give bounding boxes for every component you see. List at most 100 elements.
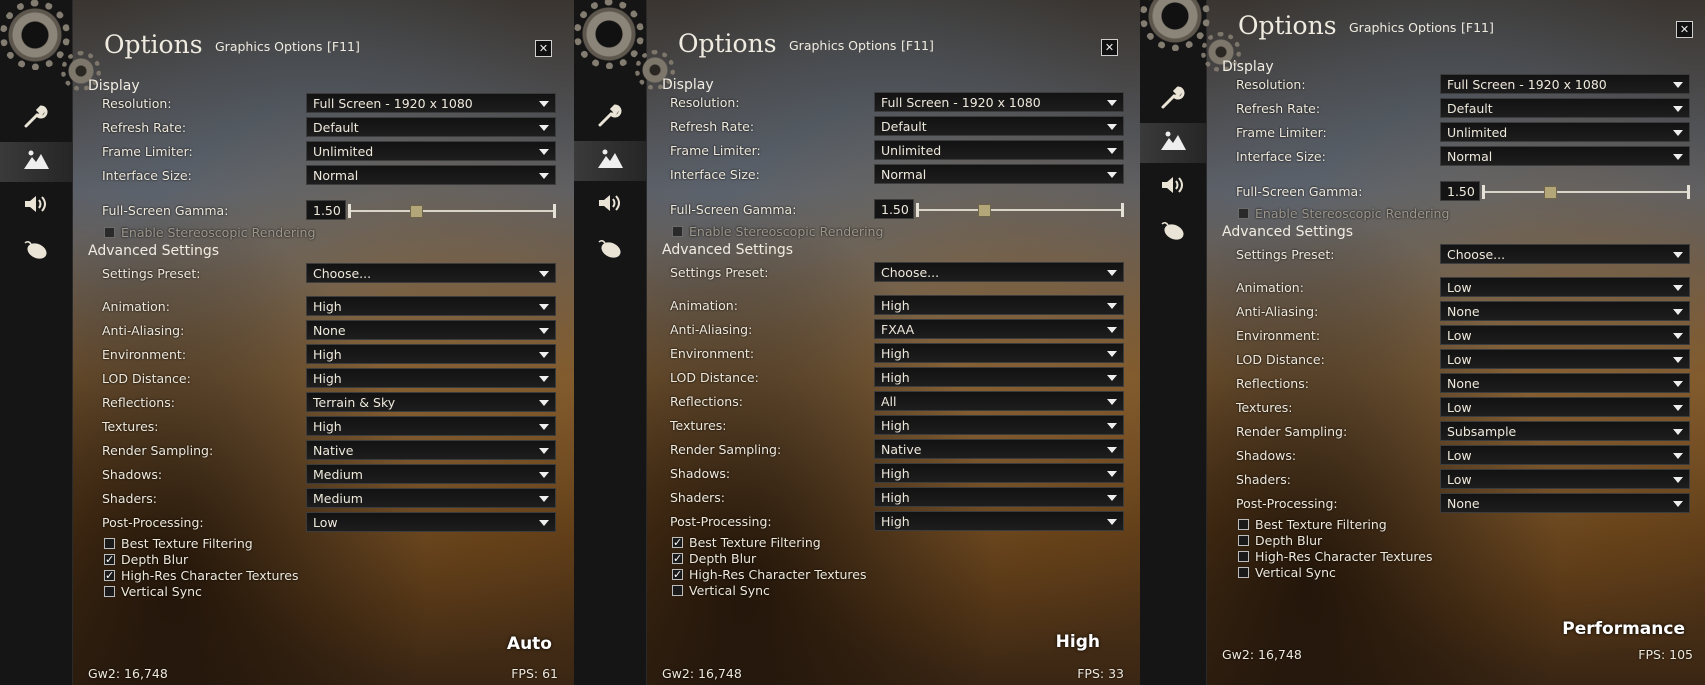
interface-size-value: Normal [1447, 149, 1493, 164]
reflections-dropdown[interactable]: Terrain & Sky [306, 392, 556, 412]
label-post-processing: Post-Processing: [1236, 496, 1338, 511]
depth-blur-checkbox[interactable] [1238, 535, 1249, 546]
graphics-tab[interactable] [574, 141, 646, 181]
render-sampling-dropdown[interactable]: Subsample [1440, 421, 1690, 441]
post-processing-dropdown[interactable]: High [874, 511, 1124, 531]
render-sampling-dropdown[interactable]: Native [306, 440, 556, 460]
gamma-slider-track[interactable] [916, 209, 1124, 211]
anti-aliasing-dropdown[interactable]: None [1440, 301, 1690, 321]
depth-blur-checkbox[interactable]: ✓ [104, 554, 115, 565]
audio-tab[interactable] [1140, 167, 1206, 207]
label-animation: Animation: [102, 299, 170, 314]
resolution-dropdown[interactable]: Full Screen - 1920 x 1080 [874, 92, 1124, 112]
reflections-dropdown[interactable]: None [1440, 373, 1690, 393]
frame-limiter-dropdown[interactable]: Unlimited [306, 141, 556, 161]
textures-dropdown[interactable]: High [306, 416, 556, 436]
gamma-slider-min [916, 203, 919, 217]
audio-tab[interactable] [574, 185, 646, 225]
shaders-dropdown[interactable]: Medium [306, 488, 556, 508]
animation-dropdown[interactable]: High [874, 295, 1124, 315]
frame-limiter-dropdown[interactable]: Unlimited [874, 140, 1124, 160]
shaders-dropdown[interactable]: Low [1440, 469, 1690, 489]
chevron-down-icon [1673, 333, 1683, 339]
shadows-dropdown[interactable]: Medium [306, 464, 556, 484]
highres-char-checkbox[interactable]: ✓ [672, 569, 683, 580]
highres-char-checkbox[interactable] [1238, 551, 1249, 562]
post-processing-dropdown[interactable]: None [1440, 493, 1690, 513]
audio-tab[interactable] [0, 186, 72, 226]
settings-preset-dropdown[interactable]: Choose... [306, 263, 556, 283]
textures-dropdown[interactable]: High [874, 415, 1124, 435]
vsync-checkbox[interactable] [672, 585, 683, 596]
best-texture-checkbox[interactable] [1238, 519, 1249, 530]
tab-graphics-options[interactable]: Graphics Options [1349, 20, 1456, 35]
lod-dropdown[interactable]: High [306, 368, 556, 388]
settings-preset-value: Choose... [313, 266, 372, 281]
label-anti-aliasing: Anti-Aliasing: [1236, 304, 1319, 319]
refresh-rate-dropdown[interactable]: Default [874, 116, 1124, 136]
chevron-down-icon [1673, 82, 1683, 88]
shadows-dropdown[interactable]: Low [1440, 445, 1690, 465]
gamma-slider-track[interactable] [348, 210, 556, 212]
close-button[interactable]: ✕ [1676, 21, 1693, 38]
gamma-value-field[interactable]: 1.50 [1440, 181, 1480, 201]
wrench-icon [22, 105, 50, 133]
best-texture-label: Best Texture Filtering [689, 535, 821, 550]
vsync-checkbox[interactable] [1238, 567, 1249, 578]
best-texture-checkbox[interactable]: ✓ [672, 537, 683, 548]
graphics-tab[interactable] [0, 142, 72, 182]
gamma-slider-handle[interactable] [978, 204, 992, 217]
depth-blur-checkbox[interactable]: ✓ [672, 553, 683, 564]
controls-tab[interactable] [574, 230, 646, 270]
frame-limiter-dropdown[interactable]: Unlimited [1440, 122, 1690, 142]
settings-tab[interactable] [574, 98, 646, 138]
textures-dropdown[interactable]: Low [1440, 397, 1690, 417]
close-button[interactable]: ✕ [1101, 39, 1118, 56]
post-processing-dropdown[interactable]: Low [306, 512, 556, 532]
interface-size-dropdown[interactable]: Normal [306, 165, 556, 185]
tab-graphics-options[interactable]: Graphics Options [215, 39, 322, 54]
resolution-dropdown[interactable]: Full Screen - 1920 x 1080 [306, 93, 556, 113]
best-texture-checkbox[interactable] [104, 538, 115, 549]
environment-dropdown[interactable]: High [874, 343, 1124, 363]
refresh-rate-dropdown[interactable]: Default [306, 117, 556, 137]
tab-graphics-options[interactable]: Graphics Options [789, 38, 896, 53]
vsync-checkbox[interactable] [104, 586, 115, 597]
label-gamma: Full-Screen Gamma: [670, 202, 797, 217]
environment-dropdown[interactable]: High [306, 344, 556, 364]
chevron-down-icon [539, 376, 549, 382]
anti-aliasing-dropdown[interactable]: FXAA [874, 319, 1124, 339]
graphics-tab[interactable] [1140, 123, 1206, 163]
settings-tab[interactable] [0, 99, 72, 139]
gamma-value-field[interactable]: 1.50 [874, 199, 914, 219]
gamma-slider-track[interactable] [1482, 191, 1690, 193]
environment-value: High [313, 347, 342, 362]
settings-preset-dropdown[interactable]: Choose... [1440, 244, 1690, 264]
settings-preset-dropdown[interactable]: Choose... [874, 262, 1124, 282]
anti-aliasing-dropdown[interactable]: None [306, 320, 556, 340]
resolution-dropdown[interactable]: Full Screen - 1920 x 1080 [1440, 74, 1690, 94]
shadows-dropdown[interactable]: High [874, 463, 1124, 483]
interface-size-dropdown[interactable]: Normal [1440, 146, 1690, 166]
shaders-dropdown[interactable]: High [874, 487, 1124, 507]
animation-dropdown[interactable]: Low [1440, 277, 1690, 297]
chevron-down-icon [539, 520, 549, 526]
gamma-value-field[interactable]: 1.50 [306, 200, 346, 220]
controls-tab[interactable] [1140, 212, 1206, 252]
close-button[interactable]: ✕ [535, 40, 552, 57]
settings-tab[interactable] [1140, 80, 1206, 120]
sidebar [0, 0, 73, 685]
lod-dropdown[interactable]: High [874, 367, 1124, 387]
animation-dropdown[interactable]: High [306, 296, 556, 316]
reflections-dropdown[interactable]: All [874, 391, 1124, 411]
environment-dropdown[interactable]: Low [1440, 325, 1690, 345]
highres-char-checkbox[interactable]: ✓ [104, 570, 115, 581]
gamma-slider-handle[interactable] [410, 205, 424, 218]
interface-size-dropdown[interactable]: Normal [874, 164, 1124, 184]
refresh-rate-dropdown[interactable]: Default [1440, 98, 1690, 118]
wrench-icon [1159, 86, 1187, 114]
lod-dropdown[interactable]: Low [1440, 349, 1690, 369]
render-sampling-dropdown[interactable]: Native [874, 439, 1124, 459]
controls-tab[interactable] [0, 231, 72, 271]
gamma-slider-handle[interactable] [1544, 186, 1558, 199]
